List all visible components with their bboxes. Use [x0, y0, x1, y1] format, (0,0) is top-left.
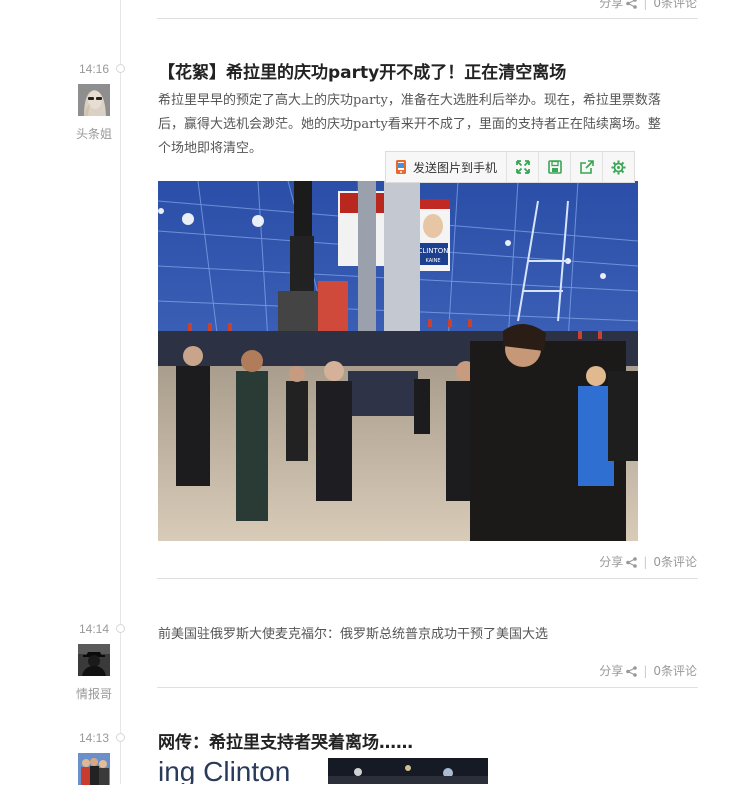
sign-text: KAINE [426, 258, 441, 264]
send-to-phone-button[interactable]: 发送图片到手机 [386, 152, 506, 182]
post-time: 14:13 [78, 731, 110, 745]
avatar[interactable] [78, 644, 110, 676]
share-icon [626, 0, 638, 9]
comments-link[interactable]: 0条评论 [653, 664, 697, 678]
post-footer: 分享 | 0条评论 [599, 662, 697, 679]
share-icon [626, 557, 638, 568]
post-footer: 分享 | 0条评论 [599, 553, 697, 570]
avatar-group-photo [78, 753, 110, 785]
timeline-line [120, 0, 121, 784]
post-image[interactable]: CLINTON KAINE [158, 181, 638, 541]
footer-separator: | [643, 0, 648, 10]
share-icon [626, 666, 638, 677]
avatar[interactable] [78, 84, 110, 116]
share-link[interactable]: 分享 [599, 555, 638, 569]
description-line: 希拉里早早的预定了高大上的庆功party，准备在大选胜利后举办。现在，希拉里票数… [158, 93, 661, 108]
share-out-icon [579, 160, 594, 174]
image-toolbar: 发送图片到手机 [385, 151, 636, 183]
share-link[interactable]: 分享 [599, 0, 638, 10]
post-footer: 分享 | 0条评论 [599, 0, 697, 11]
post-image-right[interactable] [328, 758, 488, 784]
comments-link[interactable]: 0条评论 [653, 555, 697, 569]
post-divider [157, 687, 698, 688]
post-divider [157, 578, 698, 579]
image-caption-text: ing Clinton [158, 756, 291, 784]
post-text[interactable]: 前美国驻俄罗斯大使麦克福尔：俄罗斯总统普京成功干预了美国大选 [158, 623, 548, 642]
timeline-dot [116, 624, 125, 633]
night-crowd-photo [328, 758, 488, 784]
description-line: 后，赢得大选机会渺茫。她的庆功party看来开不成了，里面的支持者正在陆续离场。… [158, 117, 661, 132]
author-name[interactable]: 头条姐 [64, 125, 124, 142]
save-icon [547, 160, 562, 174]
expand-button[interactable] [506, 152, 538, 182]
phone-icon [396, 160, 406, 174]
settings-icon [611, 159, 626, 175]
timeline-dot [116, 733, 125, 742]
settings-button[interactable] [602, 152, 634, 182]
rally-hall-photo: CLINTON KAINE [158, 181, 638, 541]
avatar[interactable] [78, 753, 110, 785]
post-title[interactable]: 网传：希拉里支持者哭着离场…… [158, 728, 413, 753]
post-time: 14:14 [78, 622, 110, 636]
avatar-woman-sunglasses [78, 84, 110, 116]
post-time: 14:16 [78, 62, 110, 76]
author-name[interactable]: 情报哥 [64, 685, 124, 702]
avatar-hat-figure [78, 644, 110, 676]
share-out-button[interactable] [570, 152, 602, 182]
save-button[interactable] [538, 152, 570, 182]
post-title[interactable]: 【花絮】希拉里的庆功party开不成了！正在清空离场 [158, 58, 566, 83]
post-divider [157, 18, 698, 19]
footer-separator: | [643, 664, 648, 678]
sign-text: CLINTON [417, 247, 448, 255]
post-image-left[interactable]: ing Clinton [158, 756, 308, 784]
share-link[interactable]: 分享 [599, 664, 638, 678]
timeline-dot [116, 64, 125, 73]
send-to-phone-label: 发送图片到手机 [413, 160, 498, 175]
expand-icon [515, 160, 530, 174]
comments-link[interactable]: 0条评论 [653, 0, 697, 10]
footer-separator: | [643, 555, 648, 569]
